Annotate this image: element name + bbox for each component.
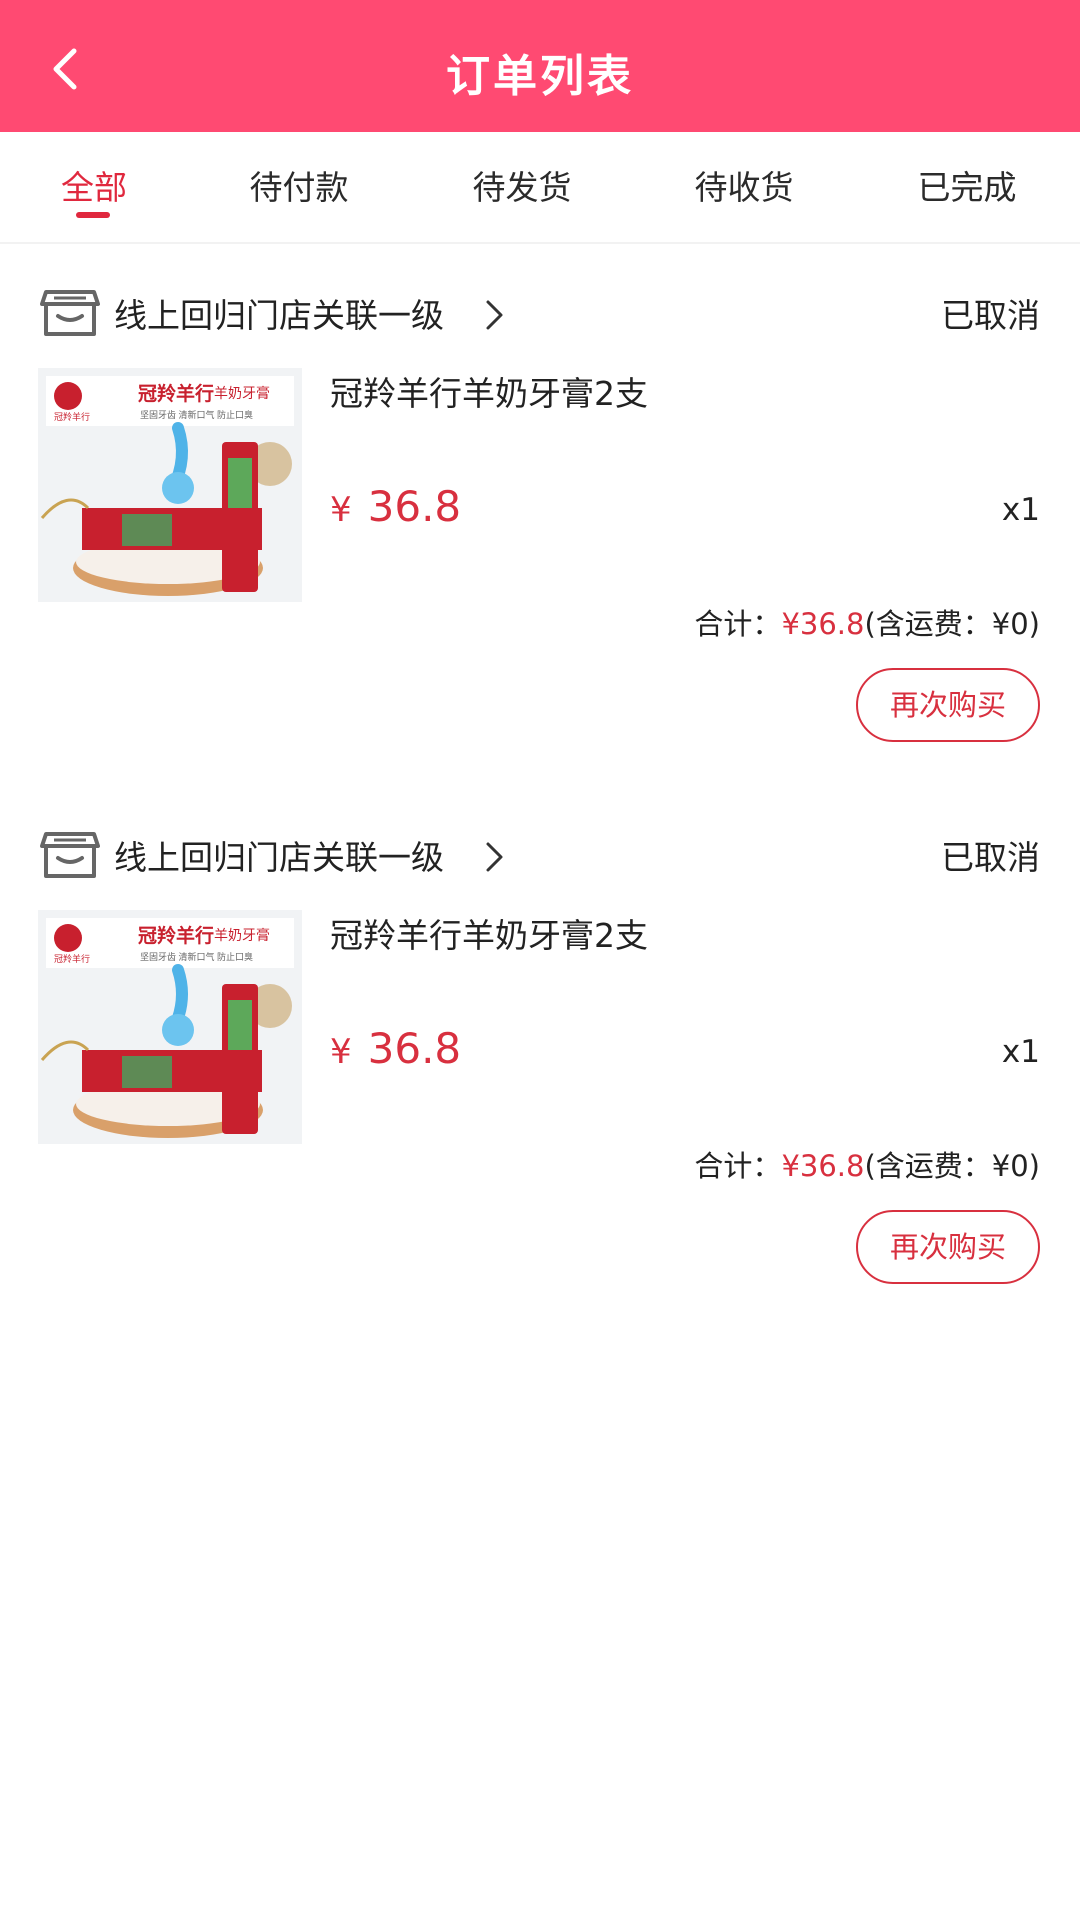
store-icon — [40, 830, 100, 886]
tab-pending-shipment[interactable]: 待发货 — [467, 168, 577, 208]
app-header: 订单列表 — [0, 0, 1080, 132]
price-currency: ¥ — [330, 490, 352, 530]
shipping-fee: (含运费：¥0) — [864, 607, 1040, 641]
image-subtitle: 羊奶牙膏 — [214, 927, 270, 943]
total-amount: ¥36.8 — [781, 1149, 865, 1183]
store-name[interactable]: 线上回归门店关联一级 — [114, 296, 444, 336]
store-icon — [40, 288, 100, 344]
image-brand-title: 冠羚羊行 — [138, 924, 214, 947]
tab-pending-payment[interactable]: 待付款 — [244, 168, 354, 208]
product-quantity: x1 — [1001, 492, 1040, 528]
product-price: ¥36.8 — [330, 1024, 461, 1074]
image-logo-text: 冠羚羊行 — [54, 953, 90, 964]
chevron-right-icon[interactable] — [484, 838, 506, 880]
shipping-fee: (含运费：¥0) — [864, 1149, 1040, 1183]
image-slogan: 坚固牙齿 清新口气 防止口臭 — [140, 951, 253, 962]
active-tab-indicator — [76, 212, 110, 218]
product-image[interactable]: 冠羚羊行 羊奶牙膏 坚固牙齿 清新口气 防止口臭 冠羚羊行 — [38, 910, 302, 1144]
total-label: 合计： — [694, 1149, 782, 1183]
product-name[interactable]: 冠羚羊行羊奶牙膏2支 — [330, 916, 648, 956]
price-currency: ¥ — [330, 1032, 352, 1072]
price-value: 36.8 — [367, 1024, 462, 1073]
page-title: 订单列表 — [446, 51, 634, 102]
tab-pending-receipt[interactable]: 待收货 — [689, 168, 799, 208]
product-image[interactable]: 冠羚羊行 羊奶牙膏 坚固牙齿 清新口气 防止口臭 冠羚羊行 — [38, 368, 302, 602]
rebuy-button[interactable]: 再次购买 — [856, 1210, 1040, 1284]
image-brand-title: 冠羚羊行 — [138, 382, 214, 405]
store-row: 线上回归门店关联一级 已取消 — [0, 288, 1080, 344]
image-subtitle: 羊奶牙膏 — [214, 385, 270, 401]
rebuy-button[interactable]: 再次购买 — [856, 668, 1040, 742]
order-total: 合计：¥36.8(含运费：¥0) — [694, 604, 1040, 644]
image-slogan: 坚固牙齿 清新口气 防止口臭 — [140, 409, 253, 420]
order-status-tabs: 全部 待付款 待发货 待收货 已完成 — [0, 132, 1080, 244]
order-total: 合计：¥36.8(含运费：¥0) — [694, 1146, 1040, 1186]
tab-completed[interactable]: 已完成 — [912, 168, 1022, 208]
product-name[interactable]: 冠羚羊行羊奶牙膏2支 — [330, 374, 648, 414]
product-quantity: x1 — [1001, 1034, 1040, 1070]
tab-all[interactable]: 全部 — [58, 168, 130, 208]
total-label: 合计： — [694, 607, 782, 641]
order-status: 已取消 — [941, 838, 1040, 877]
total-amount: ¥36.8 — [781, 607, 865, 641]
order-status: 已取消 — [941, 296, 1040, 335]
store-row: 线上回归门店关联一级 已取消 — [0, 830, 1080, 886]
price-value: 36.8 — [367, 482, 462, 531]
image-logo-text: 冠羚羊行 — [54, 411, 90, 422]
product-price: ¥36.8 — [330, 482, 461, 532]
store-name[interactable]: 线上回归门店关联一级 — [114, 838, 444, 878]
chevron-right-icon[interactable] — [484, 296, 506, 338]
